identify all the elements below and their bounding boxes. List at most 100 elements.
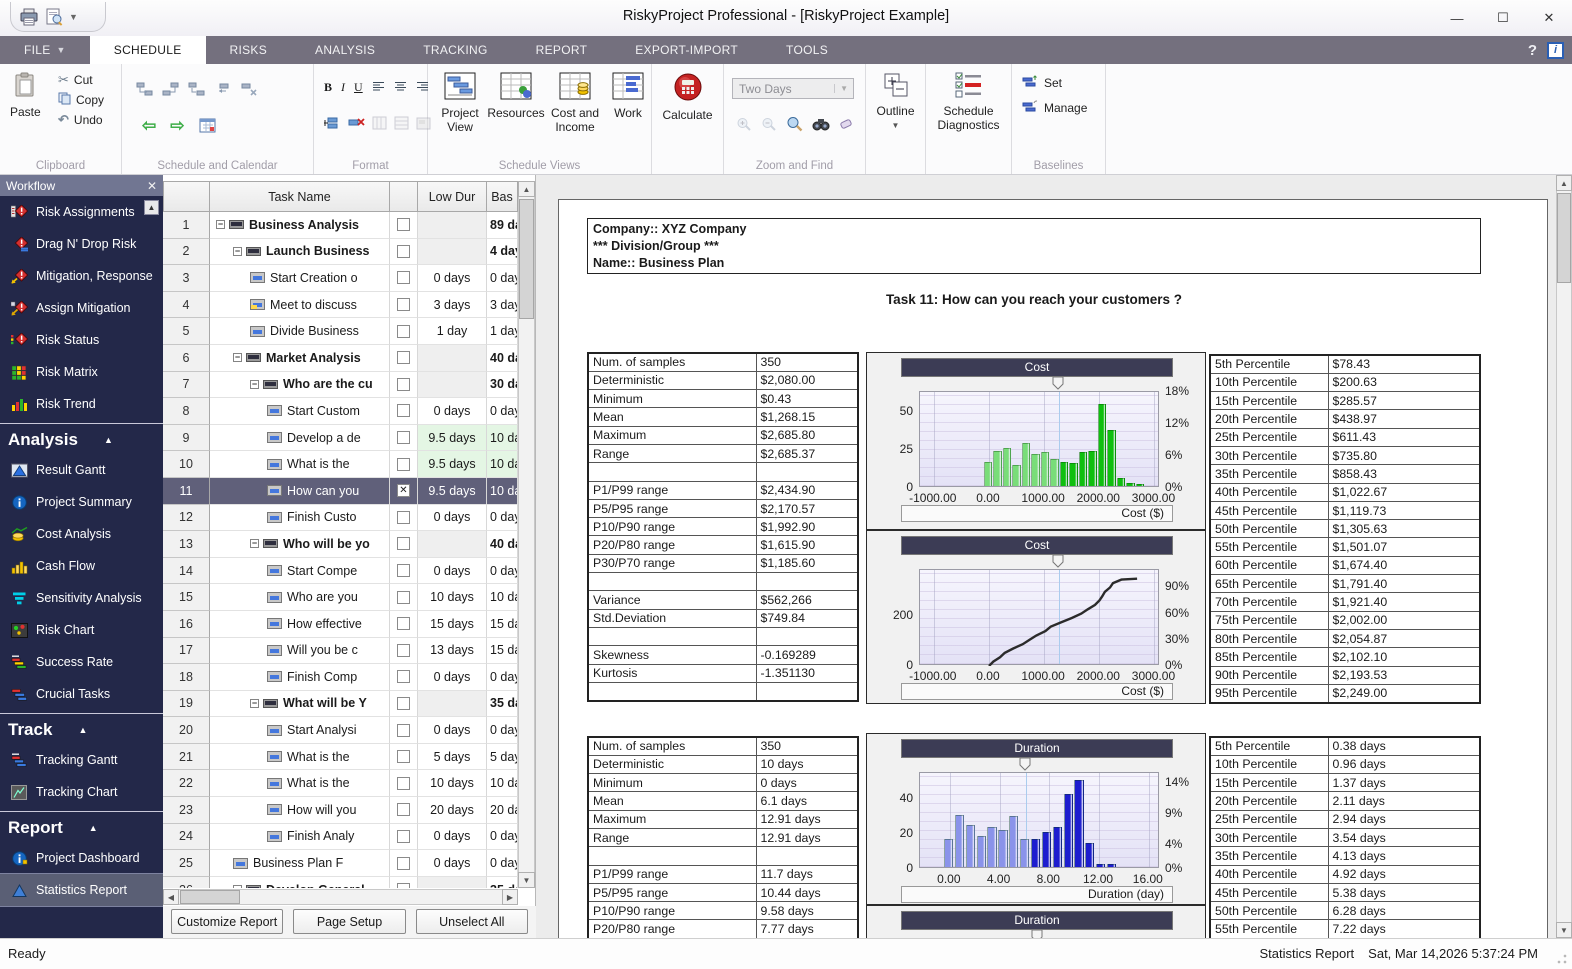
tab-file[interactable]: FILE▼ xyxy=(0,36,90,64)
workflow-item-drag-n-drop-risk[interactable]: Drag N' Drop Risk xyxy=(0,228,163,260)
report-vscroll-up[interactable]: ▲ xyxy=(1556,175,1572,191)
task-checkbox[interactable] xyxy=(397,697,410,710)
task-hscroll-thumb[interactable] xyxy=(180,890,240,904)
info-icon[interactable]: i xyxy=(1547,42,1564,59)
customize-report-button[interactable]: Customize Report xyxy=(171,909,283,934)
table-row[interactable]: 19−What will be Y35 days xyxy=(163,691,518,718)
table-row[interactable]: 2−Launch Business4 days xyxy=(163,239,518,266)
table-row[interactable]: 13−Who will be yo40 days xyxy=(163,531,518,558)
cut-button[interactable]: ✂Cut xyxy=(58,72,104,88)
tab-tracking[interactable]: TRACKING xyxy=(399,36,511,64)
forward-arrow-icon[interactable]: ⇨ xyxy=(170,116,184,136)
task-name-cell[interactable]: −What will be Y xyxy=(210,691,390,718)
align-center-icon[interactable] xyxy=(394,81,407,95)
task-name-cell[interactable]: Finish Comp xyxy=(210,664,390,691)
tab-export-import[interactable]: EXPORT-IMPORT xyxy=(611,36,762,64)
table-row[interactable]: 14Start Compe0 days0 days xyxy=(163,558,518,585)
summary-collapse-icon[interactable]: − xyxy=(216,220,225,229)
section-collapse-icon[interactable]: ▲ xyxy=(104,435,113,445)
chart-slider-handle[interactable] xyxy=(1052,376,1064,393)
task-name-cell[interactable]: Start Compe xyxy=(210,558,390,585)
task-checkbox[interactable] xyxy=(397,724,410,737)
summary-collapse-icon[interactable]: − xyxy=(233,885,242,888)
task-checkbox[interactable] xyxy=(397,271,410,284)
sidebar-section-header-report[interactable]: Report▲ xyxy=(0,814,163,842)
task-vscroll-thumb[interactable] xyxy=(519,199,534,319)
sidebar-section-header-analysis[interactable]: Analysis▲ xyxy=(0,426,163,454)
project-view-button[interactable]: Project View xyxy=(432,64,488,134)
insert-task-icon[interactable] xyxy=(188,82,206,100)
task-checkbox[interactable] xyxy=(397,378,410,391)
task-vscroll-down[interactable]: ▼ xyxy=(518,872,535,888)
task-checkbox[interactable] xyxy=(397,617,410,630)
calendar-icon[interactable] xyxy=(199,117,216,136)
summary-collapse-icon[interactable]: − xyxy=(233,247,242,256)
task-checkbox[interactable] xyxy=(397,670,410,683)
workflow-close-icon[interactable]: ✕ xyxy=(147,179,157,193)
workflow-item-assign-mitigation[interactable]: Assign Mitigation xyxy=(0,292,163,324)
chart-slider-handle[interactable] xyxy=(1052,554,1064,571)
task-checkbox[interactable]: ✕ xyxy=(397,484,410,497)
report-vscroll[interactable] xyxy=(1556,175,1572,938)
table-row[interactable]: 12Finish Custo0 days0 days xyxy=(163,505,518,532)
section-collapse-icon[interactable]: ▲ xyxy=(89,823,98,833)
task-name-cell[interactable]: How effective xyxy=(210,611,390,638)
task-checkbox[interactable] xyxy=(397,245,410,258)
hide-column-icon[interactable] xyxy=(372,116,387,133)
task-checkbox[interactable] xyxy=(397,750,410,763)
task-name-cell[interactable]: Start Analysi xyxy=(210,717,390,744)
summary-collapse-icon[interactable]: − xyxy=(233,353,242,362)
sidebar-item-project-dashboard[interactable]: Project Dashboard xyxy=(0,842,163,874)
workflow-item-mitigation-response[interactable]: Mitigation, Response xyxy=(0,260,163,292)
task-vscroll-up[interactable]: ▲ xyxy=(518,181,535,197)
manage-baseline-button[interactable]: Manage xyxy=(1022,99,1087,116)
task-checkbox[interactable] xyxy=(397,830,410,843)
show-column-icon[interactable] xyxy=(394,116,409,133)
sidebar-item-tracking-chart[interactable]: Tracking Chart xyxy=(0,776,163,808)
section-collapse-icon[interactable]: ▲ xyxy=(78,725,87,735)
tab-analysis[interactable]: ANALYSIS xyxy=(291,36,399,64)
task-name-cell[interactable]: What is the xyxy=(210,744,390,771)
task-name-cell[interactable]: −Market Analysis xyxy=(210,345,390,372)
task-name-cell[interactable]: −Launch Business xyxy=(210,239,390,266)
table-row[interactable]: 16How effective15 days15 days xyxy=(163,611,518,638)
help-icon[interactable]: ? xyxy=(1528,42,1537,59)
sidebar-item-result-gantt[interactable]: Result Gantt xyxy=(0,454,163,486)
indent-left-icon[interactable] xyxy=(324,116,341,133)
task-name-cell[interactable]: Who are you xyxy=(210,584,390,611)
clear-filter-icon[interactable] xyxy=(839,117,855,134)
task-checkbox[interactable] xyxy=(397,857,410,870)
task-name-cell[interactable]: −Who will be yo xyxy=(210,531,390,558)
task-checkbox[interactable] xyxy=(397,458,410,471)
table-row[interactable]: 3Start Creation o0 days0 days xyxy=(163,265,518,292)
task-name-cell[interactable]: How can you xyxy=(210,478,390,505)
close-button[interactable]: ✕ xyxy=(1526,0,1572,36)
sidebar-item-success-rate[interactable]: Success Rate xyxy=(0,646,163,678)
copy-button[interactable]: Copy xyxy=(58,92,104,108)
summary-collapse-icon[interactable]: − xyxy=(250,380,259,389)
task-hscroll-left[interactable]: ◀ xyxy=(163,889,179,905)
table-row[interactable]: 23How will you20 days20 days xyxy=(163,797,518,824)
workflow-item-risk-trend[interactable]: Risk Trend xyxy=(0,388,163,420)
table-row[interactable]: 4Meet to discuss3 days3 days xyxy=(163,292,518,319)
task-name-cell[interactable]: Will you be c xyxy=(210,638,390,665)
tab-tools[interactable]: TOOLS xyxy=(762,36,852,64)
table-row[interactable]: 7−Who are the cu30 days xyxy=(163,372,518,399)
task-checkbox[interactable] xyxy=(397,218,410,231)
timescale-combo[interactable]: Two Days ▼ xyxy=(732,78,854,99)
summary-collapse-icon[interactable]: − xyxy=(250,699,259,708)
sidebar-item-project-summary[interactable]: Project Summary xyxy=(0,486,163,518)
task-name-cell[interactable]: What is the xyxy=(210,770,390,797)
zoom-out-icon[interactable] xyxy=(761,117,777,135)
task-name-cell[interactable]: Business Plan F xyxy=(210,850,390,877)
table-row[interactable]: 9Develop a de9.5 days10 days xyxy=(163,425,518,452)
align-right-icon[interactable] xyxy=(416,81,429,95)
sidebar-item-risk-chart[interactable]: Risk Chart xyxy=(0,614,163,646)
column-header-bas[interactable]: Bas xyxy=(487,181,518,212)
table-row[interactable]: 22What is the10 days10 days xyxy=(163,770,518,797)
task-name-cell[interactable]: Finish Analy xyxy=(210,824,390,851)
workflow-item-risk-matrix[interactable]: Risk Matrix xyxy=(0,356,163,388)
back-arrow-icon[interactable]: ⇦ xyxy=(142,116,156,136)
chart-slider-handle[interactable] xyxy=(1031,929,1043,938)
table-row[interactable]: 18Finish Comp0 days0 days xyxy=(163,664,518,691)
